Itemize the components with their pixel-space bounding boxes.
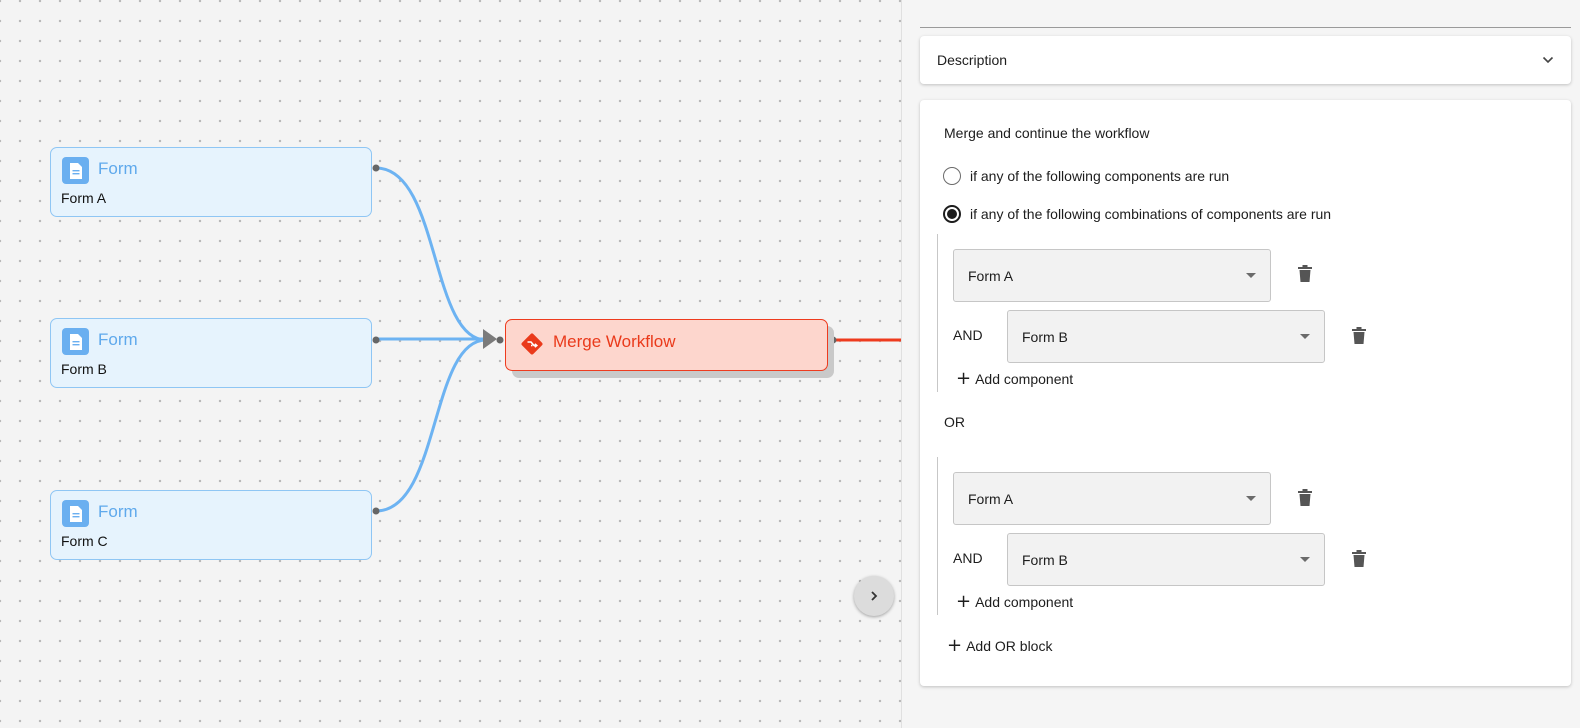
select-value: Form A bbox=[968, 490, 1014, 507]
node-type-label: Form bbox=[98, 159, 138, 178]
component-select[interactable]: Form A bbox=[953, 472, 1271, 525]
chevron-down-icon bbox=[1542, 56, 1554, 64]
add-or-block-button[interactable]: + Add OR block bbox=[947, 637, 1052, 655]
node-merge-workflow[interactable]: Merge Workflow bbox=[505, 319, 828, 371]
radio-button[interactable] bbox=[943, 167, 961, 185]
panel-divider bbox=[920, 27, 1571, 28]
trash-icon bbox=[1298, 264, 1312, 282]
caret-down-icon bbox=[1246, 496, 1256, 501]
edge-form-a-to-merge bbox=[375, 166, 487, 342]
handle-form-a-out[interactable] bbox=[372, 164, 380, 172]
block-indent-line bbox=[937, 234, 938, 392]
add-component-label: Add component bbox=[975, 371, 1074, 387]
delete-component-button[interactable] bbox=[1296, 263, 1314, 283]
radio-option-any-component[interactable]: if any of the following components are r… bbox=[943, 167, 1229, 185]
node-type-label: Form bbox=[98, 330, 138, 349]
plus-icon: + bbox=[956, 591, 972, 612]
radio-option-any-combination[interactable]: if any of the following combinations of … bbox=[943, 205, 1331, 223]
node-type-label: Form bbox=[98, 502, 138, 521]
document-icon bbox=[62, 500, 89, 527]
caret-down-icon bbox=[1246, 273, 1256, 278]
component-select[interactable]: Form A bbox=[953, 249, 1271, 302]
edge-form-c-to-merge bbox=[375, 338, 487, 513]
node-form-b[interactable]: Form Form B bbox=[50, 318, 372, 388]
document-icon bbox=[62, 157, 89, 184]
description-accordion[interactable]: Description bbox=[920, 36, 1571, 84]
merge-node-label: Merge Workflow bbox=[553, 332, 676, 351]
workflow-canvas[interactable]: Form Form A Form Form B Form Form C Merg… bbox=[0, 0, 901, 728]
handle-form-c-out[interactable] bbox=[372, 507, 380, 515]
merge-heading: Merge and continue the workflow bbox=[944, 125, 1150, 141]
select-value: Form A bbox=[968, 267, 1014, 284]
caret-down-icon bbox=[1300, 557, 1310, 562]
or-label: OR bbox=[944, 414, 965, 430]
delete-component-button[interactable] bbox=[1296, 487, 1314, 507]
trash-icon bbox=[1352, 326, 1366, 344]
properties-panel: Description Merge and continue the workf… bbox=[901, 0, 1580, 728]
select-value: Form B bbox=[1022, 551, 1068, 568]
plus-icon: + bbox=[956, 368, 972, 389]
plus-icon: + bbox=[947, 635, 963, 656]
caret-down-icon bbox=[1300, 334, 1310, 339]
and-label: AND bbox=[953, 550, 983, 566]
chevron-right-icon bbox=[871, 591, 878, 601]
add-or-block-label: Add OR block bbox=[966, 638, 1053, 654]
delete-component-button[interactable] bbox=[1350, 325, 1368, 345]
radio-button-selected[interactable] bbox=[943, 205, 961, 223]
trash-icon bbox=[1298, 488, 1312, 506]
document-icon bbox=[62, 328, 89, 355]
radio-label: if any of the following combinations of … bbox=[970, 206, 1332, 222]
component-select[interactable]: Form B bbox=[1007, 533, 1325, 586]
add-component-button[interactable]: + Add component bbox=[956, 593, 1073, 611]
add-component-button[interactable]: + Add component bbox=[956, 370, 1073, 388]
block-indent-line bbox=[937, 457, 938, 615]
delete-component-button[interactable] bbox=[1350, 548, 1368, 568]
node-name-label: Form A bbox=[61, 190, 107, 206]
merge-input-arrow bbox=[483, 329, 497, 349]
node-name-label: Form B bbox=[61, 361, 107, 377]
merge-icon bbox=[521, 333, 543, 355]
handle-merge-in[interactable] bbox=[496, 336, 504, 344]
node-name-label: Form C bbox=[61, 533, 108, 549]
trash-icon bbox=[1352, 549, 1366, 567]
merge-settings-card: Merge and continue the workflow if any o… bbox=[920, 100, 1571, 686]
node-form-c[interactable]: Form Form C bbox=[50, 490, 372, 560]
and-label: AND bbox=[953, 327, 983, 343]
node-form-a[interactable]: Form Form A bbox=[50, 147, 372, 217]
collapse-panel-button[interactable] bbox=[854, 576, 894, 616]
handle-form-b-out[interactable] bbox=[372, 336, 380, 344]
component-select[interactable]: Form B bbox=[1007, 310, 1325, 363]
description-label: Description bbox=[937, 52, 1008, 68]
radio-label: if any of the following components are r… bbox=[970, 168, 1230, 184]
select-value: Form B bbox=[1022, 328, 1068, 345]
add-component-label: Add component bbox=[975, 594, 1074, 610]
